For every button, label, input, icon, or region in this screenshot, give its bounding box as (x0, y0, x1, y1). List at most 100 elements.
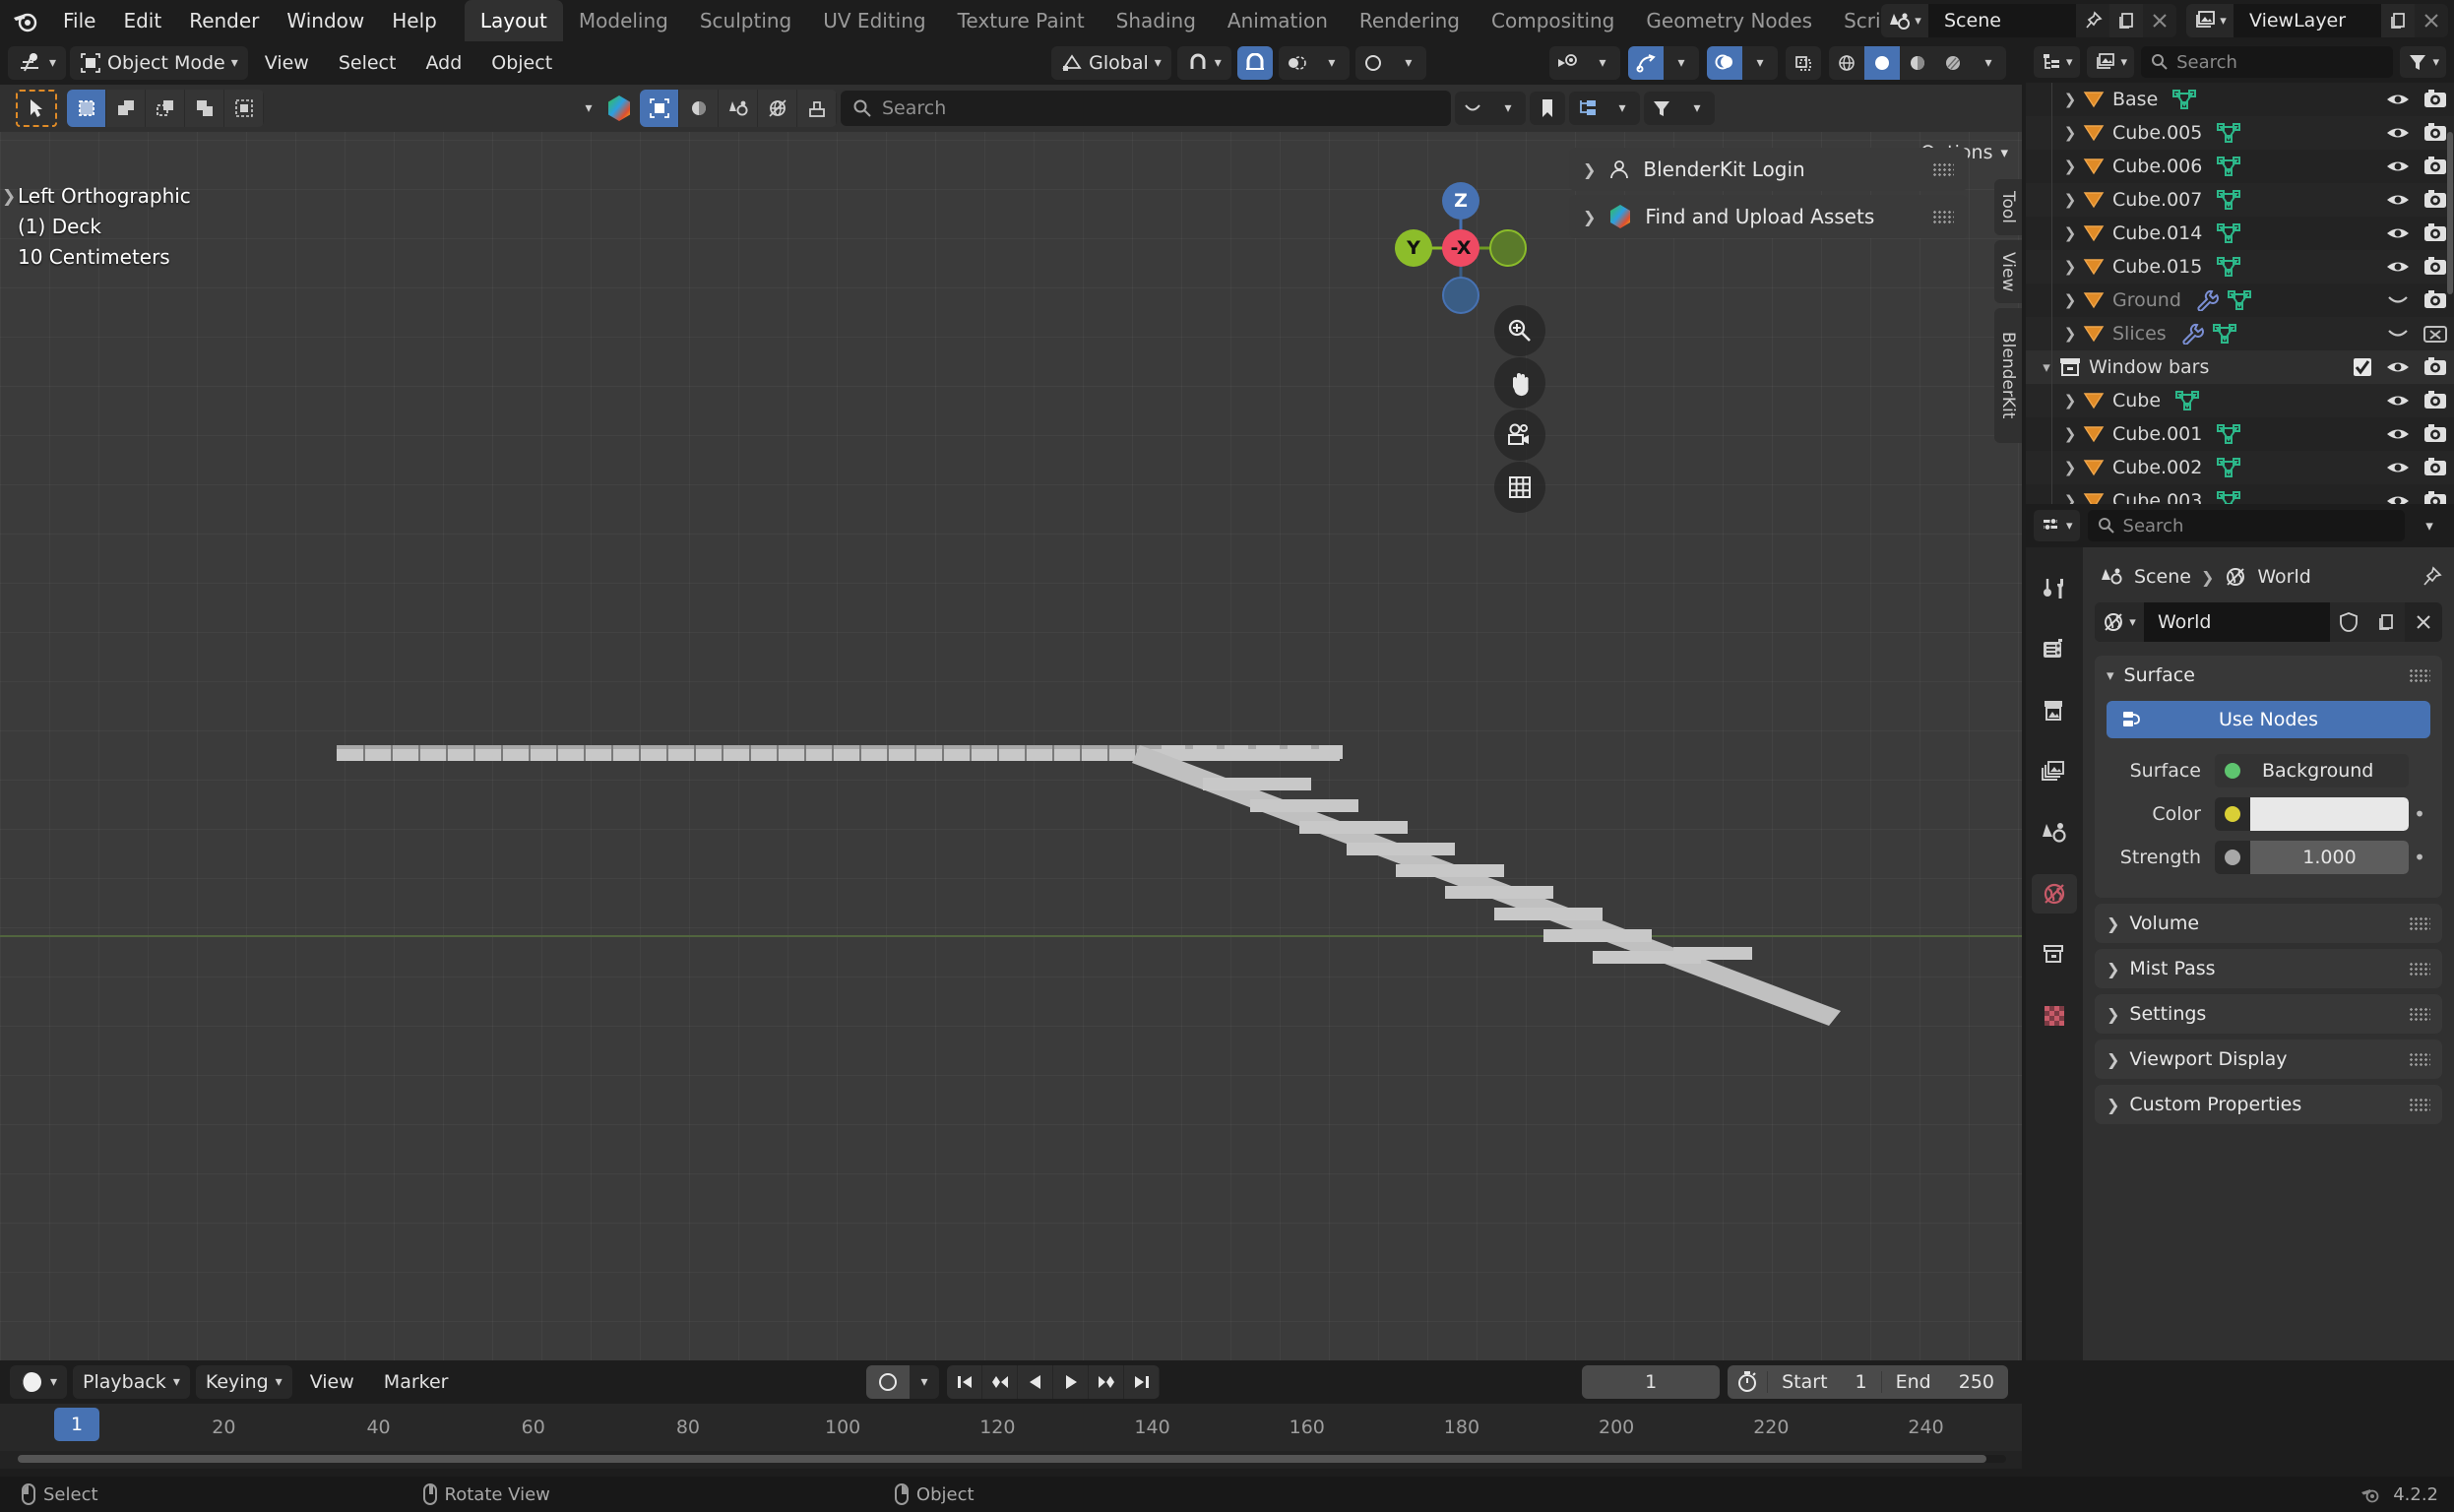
toolbar-expand-arrow-icon[interactable]: ❯ (2, 187, 16, 207)
breadcrumb-world-label[interactable]: World (2257, 566, 2310, 588)
select-intersect-icon[interactable] (224, 90, 264, 127)
panel-header[interactable]: ❯ Custom Properties (2095, 1085, 2442, 1124)
workspace-tab-sculpting[interactable]: Sculpting (684, 0, 807, 41)
panel-header[interactable]: ❯ Mist Pass (2095, 949, 2442, 988)
zoom-view-button[interactable] (1494, 305, 1545, 356)
blenderkit-assets-panel-row[interactable]: ❯ Find and Upload Assets (1569, 195, 1968, 238)
timer-icon[interactable] (1728, 1370, 1767, 1394)
panel-expand-chevron-right-icon[interactable]: ❯ (2107, 1005, 2119, 1024)
panel-expand-chevron-right-icon[interactable]: ❯ (2107, 1050, 2119, 1069)
playback-menu[interactable]: Playback ▾ (73, 1365, 190, 1399)
visibility-group[interactable]: ▾ (1549, 46, 1620, 80)
workspace-tab-geometry-nodes[interactable]: Geometry Nodes (1630, 0, 1828, 41)
start-frame-field[interactable]: Start 1 (1767, 1371, 1881, 1393)
hide-in-viewport-eye-icon[interactable] (2385, 391, 2411, 410)
outliner-disclosure-triangle-right-icon[interactable]: ❯ (2059, 191, 2081, 209)
outliner-row-cube-006[interactable]: ❯ Cube.006 (2026, 150, 2454, 183)
gizmo-axis-neg-z[interactable] (1442, 277, 1479, 314)
playback-transport-group[interactable] (947, 1365, 1160, 1399)
world-name-field[interactable]: World (2144, 602, 2330, 642)
panel-expand-chevron-right-icon[interactable]: ❯ (2107, 914, 2119, 933)
mesh-data-icon[interactable] (2227, 288, 2252, 312)
outliner-disclosure-triangle-right-icon[interactable]: ❯ (2059, 158, 2081, 175)
outliner-editor-type-selector[interactable]: ▾ (2034, 46, 2080, 78)
rendered-shading-icon[interactable] (1935, 46, 1971, 80)
unlink-world-button[interactable] (2405, 602, 2442, 642)
properties-tab-tool[interactable] (2032, 569, 2077, 608)
breadcrumb-scene-label[interactable]: Scene (2134, 566, 2191, 588)
tweak-tool-button[interactable] (16, 90, 57, 127)
properties-editor[interactable]: ▾ Search ▾ Scene ❯ World ▾ World ▾ Surfa… (2026, 504, 2454, 1360)
gizmo-chevron-down-icon[interactable]: ▾ (1664, 46, 1699, 80)
hide-in-viewport-eye-icon[interactable] (2385, 123, 2411, 143)
panel-collapse-chevron-down-icon[interactable]: ▾ (2107, 666, 2114, 684)
overlays-group[interactable]: ▾ (1707, 46, 1778, 80)
properties-editor-type-selector[interactable]: ▾ (2034, 510, 2080, 541)
outliner-row-cube[interactable]: ❯ Cube (2026, 384, 2454, 417)
outliner-scrollbar[interactable] (2447, 132, 2453, 294)
object-visibility-icon[interactable] (1549, 46, 1585, 80)
panel-header[interactable]: ❯ Volume (2095, 904, 2442, 943)
solid-shading-icon[interactable] (1864, 46, 1900, 80)
gizmo-axis-neg-y[interactable] (1489, 229, 1527, 267)
transform-orientation-selector[interactable]: Global ▾ (1051, 46, 1171, 80)
hide-in-viewport-eye-icon[interactable] (2385, 458, 2411, 477)
outliner-row-cube-015[interactable]: ❯ Cube.015 (2026, 250, 2454, 284)
color-swatch-bar[interactable] (2250, 797, 2409, 831)
show-overlays-icon[interactable] (1707, 46, 1742, 80)
play-icon[interactable] (1053, 1365, 1089, 1399)
panel-mist-pass[interactable]: ❯ Mist Pass (2095, 949, 2442, 988)
gizmo-axis-z[interactable]: Z (1442, 182, 1479, 220)
asset-library-icon[interactable] (1569, 92, 1605, 125)
select-mode-group[interactable] (67, 90, 264, 127)
jump-next-keyframe-icon[interactable] (1089, 1365, 1124, 1399)
auto-keying-group[interactable]: ▾ (866, 1365, 939, 1399)
use-nodes-button[interactable]: Use Nodes (2107, 701, 2430, 738)
outliner-search-input[interactable]: Search (2141, 46, 2394, 78)
shading-chevron-down-icon[interactable]: ▾ (1971, 46, 2006, 80)
viewport-menu-object[interactable]: Object (478, 46, 565, 80)
current-frame-field[interactable]: 1 (1582, 1365, 1721, 1399)
blender-logo-icon[interactable] (0, 0, 49, 41)
scene-icon[interactable]: ▾ (1881, 4, 1928, 37)
disable-in-render-camera-icon[interactable] (2423, 457, 2448, 478)
gizmo-axis-neg-x[interactable]: -X (1442, 229, 1479, 267)
panel-drag-dots-icon[interactable] (2409, 916, 2430, 930)
disable-in-render-camera-icon[interactable] (2423, 423, 2448, 445)
jump-to-end-icon[interactable] (1124, 1365, 1160, 1399)
hide-in-viewport-eye-icon[interactable] (2385, 357, 2411, 377)
outliner-row-base[interactable]: ❯ Base (2026, 83, 2454, 116)
object-mode-selector[interactable]: Object Mode ▾ (70, 46, 248, 80)
outliner-disclosure-triangle-right-icon[interactable]: ❯ (2059, 91, 2081, 108)
strength-value[interactable]: 1.000 (2250, 841, 2409, 874)
gizmo-axis-y[interactable]: Y (1395, 229, 1432, 267)
color-animate-dot[interactable]: • (2409, 802, 2430, 826)
auto-keying-chevron-down-icon[interactable]: ▾ (910, 1365, 939, 1399)
hide-in-viewport-eye-icon[interactable] (2385, 223, 2411, 243)
disable-in-render-camera-icon[interactable] (2423, 256, 2448, 278)
select-box-icon[interactable] (67, 90, 106, 127)
blenderkit-search-input[interactable]: Search (841, 91, 1451, 126)
timeline-editor[interactable]: ▾ Playback ▾ Keying ▾ View Marker ▾ 1 St… (0, 1360, 2022, 1469)
surface-shader-dropdown[interactable]: Background (2215, 754, 2409, 788)
mesh-data-icon[interactable] (2174, 389, 2200, 412)
pan-view-button[interactable] (1494, 357, 1545, 409)
blenderkit-material-icon[interactable] (679, 90, 719, 127)
menu-file[interactable]: File (49, 0, 109, 41)
snap-magnet-button[interactable]: ▾ (1176, 46, 1231, 80)
outliner-disclosure-triangle-right-icon[interactable]: ❯ (2059, 425, 2081, 443)
properties-tab-viewlayer[interactable] (2032, 752, 2077, 791)
outliner-row-cube-001[interactable]: ❯ Cube.001 (2026, 417, 2454, 451)
blenderkit-bookmark-button[interactable] (1530, 92, 1565, 125)
panel-custom-properties[interactable]: ❯ Custom Properties (2095, 1085, 2442, 1124)
disable-in-render-camera-icon[interactable] (2423, 89, 2448, 110)
outliner-disclosure-triangle-down-icon[interactable]: ▾ (2036, 358, 2057, 376)
mesh-data-icon[interactable] (2216, 489, 2241, 504)
outliner-row-cube-005[interactable]: ❯ Cube.005 (2026, 116, 2454, 150)
play-reverse-icon[interactable] (1018, 1365, 1053, 1399)
viewport-menu-view[interactable]: View (252, 46, 322, 80)
pin-scene-icon[interactable] (2076, 4, 2109, 37)
properties-search-input[interactable]: Search (2087, 510, 2405, 541)
keying-menu[interactable]: Keying ▾ (195, 1365, 292, 1399)
panel-expand-chevron-right-icon[interactable]: ❯ (2107, 1096, 2119, 1114)
